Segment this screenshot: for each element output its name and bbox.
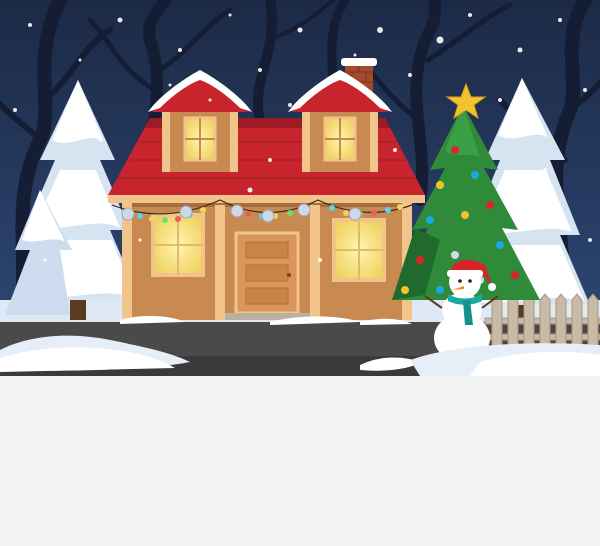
empty-panel (0, 376, 600, 546)
christmas-scene (0, 0, 600, 376)
front-door (234, 231, 300, 315)
